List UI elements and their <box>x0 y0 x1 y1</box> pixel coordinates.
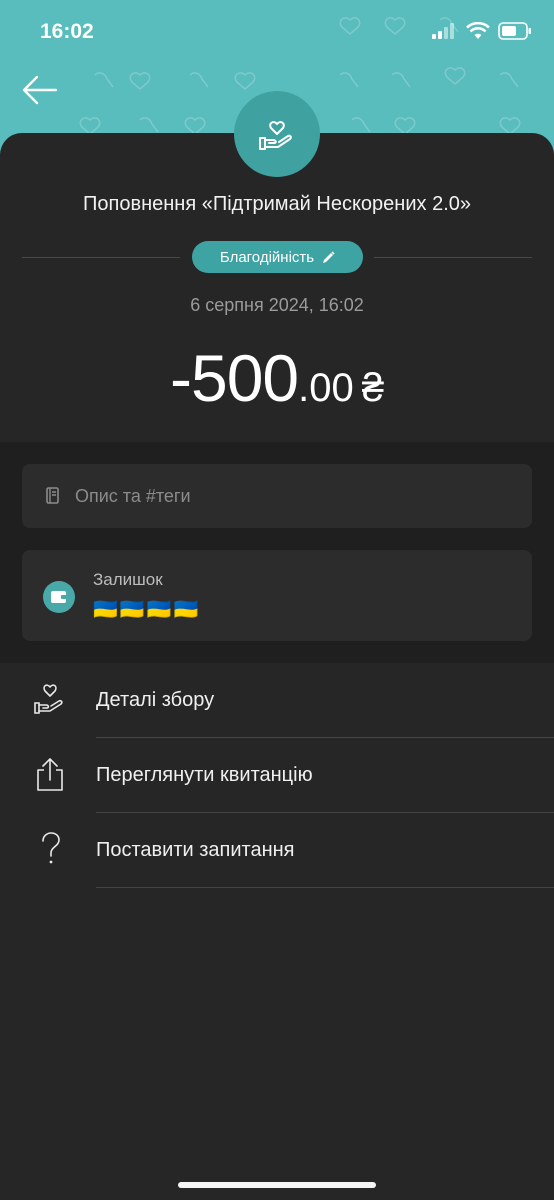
menu-item-view-receipt[interactable]: Переглянути квитанцію <box>0 738 554 813</box>
transaction-amount: -500.00 ₴ <box>0 340 554 416</box>
heart-hand-icon <box>259 121 292 150</box>
menu-item-fund-details[interactable]: Деталі збору <box>0 663 554 738</box>
category-badge <box>234 91 320 177</box>
menu-item-label: Поставити запитання <box>96 839 295 861</box>
balance-label: Залишок <box>93 570 163 589</box>
menu-item-ask-question[interactable]: Поставити запитання <box>0 813 554 888</box>
question-icon <box>42 832 60 864</box>
amount-cents: .00 <box>298 366 354 410</box>
balance-value: 🇺🇦🇺🇦🇺🇦🇺🇦 <box>93 599 201 621</box>
menu-item-label: Переглянути квитанцію <box>96 764 313 786</box>
description-field[interactable]: Опис та #теги <box>22 464 532 528</box>
category-label: Благодійність <box>219 248 315 266</box>
pencil-icon <box>323 250 335 263</box>
arrow-left-icon <box>22 75 58 105</box>
signal-icon <box>432 23 454 39</box>
divider <box>374 257 532 258</box>
home-indicator[interactable] <box>178 1182 376 1188</box>
amount-main: -500 <box>170 341 299 415</box>
divider <box>96 887 554 888</box>
menu-item-label: Деталі збору <box>96 689 215 711</box>
back-button[interactable] <box>20 72 60 108</box>
divider <box>22 257 180 258</box>
wallet-icon <box>43 581 75 613</box>
transaction-title: Поповнення «Підтримай Нескорених 2.0» <box>83 193 471 215</box>
category-chip[interactable]: Благодійність <box>192 241 363 273</box>
share-icon <box>37 758 63 791</box>
transaction-date: 6 серпня 2024, 16:02 <box>190 295 364 315</box>
heart-hand-icon <box>34 684 63 714</box>
amount-currency: ₴ <box>361 366 384 410</box>
status-bar: 16:02 <box>0 0 554 64</box>
status-icons <box>432 22 532 40</box>
battery-icon <box>498 22 531 40</box>
wifi-icon <box>466 22 490 39</box>
description-placeholder: Опис та #теги <box>75 486 191 506</box>
notebook-icon <box>46 487 59 504</box>
balance-card: Залишок 🇺🇦🇺🇦🇺🇦🇺🇦 <box>22 550 532 641</box>
status-time: 16:02 <box>40 20 94 43</box>
